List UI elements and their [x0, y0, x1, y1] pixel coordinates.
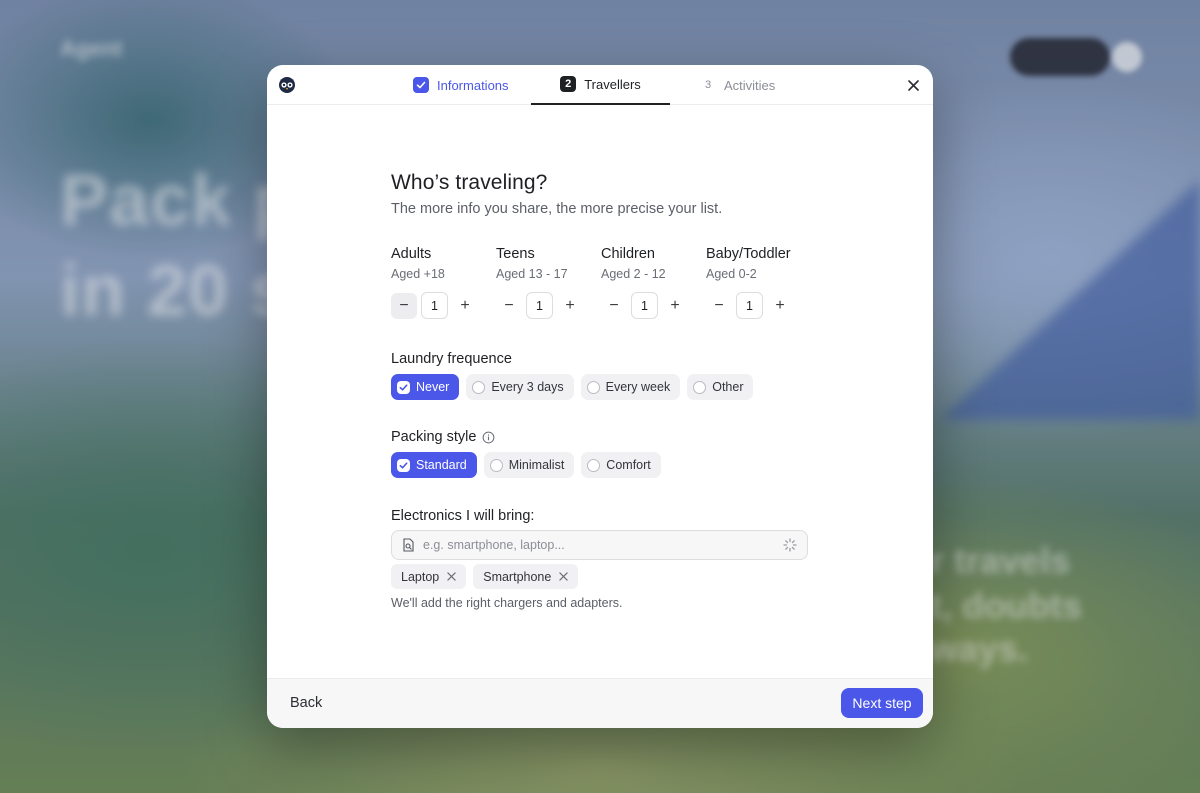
laundry-options: Never Every 3 days Every week Other	[391, 374, 754, 400]
packing-option-comfort[interactable]: Comfort	[581, 452, 661, 478]
baby-count[interactable]: 1	[736, 292, 763, 319]
travellers-modal: Informations 2 Travellers 3 Activities W…	[267, 65, 933, 728]
laundry-option-other[interactable]: Other	[687, 374, 754, 400]
electronics-note: We'll add the right chargers and adapter…	[391, 596, 623, 610]
tab-travellers-label: Travellers	[584, 76, 641, 92]
increment-button[interactable]: +	[452, 293, 478, 319]
laundry-label-text: Laundry frequence	[391, 351, 512, 367]
option-label: Comfort	[606, 458, 651, 472]
tag-label: Smartphone	[483, 569, 552, 584]
electronics-tags: Laptop Smartphone	[391, 564, 579, 589]
close-button[interactable]	[905, 77, 921, 93]
checkbox-checked-icon	[397, 380, 410, 394]
children-count[interactable]: 1	[631, 292, 658, 319]
info-icon[interactable]	[482, 431, 495, 444]
packing-style-label-text: Packing style	[391, 429, 477, 445]
laundry-option-never[interactable]: Never	[391, 374, 460, 400]
increment-button[interactable]: +	[557, 293, 583, 319]
back-button[interactable]: Back	[290, 695, 322, 711]
traveller-teens: Teens Aged 13 - 17 − 1 +	[496, 246, 596, 319]
children-stepper: − 1 +	[601, 292, 688, 319]
radio-icon	[472, 380, 486, 394]
plus-icon: +	[670, 296, 680, 314]
plus-icon: +	[460, 296, 470, 314]
radio-icon	[489, 458, 503, 472]
tab-informations-label: Informations	[437, 77, 509, 93]
increment-button[interactable]: +	[767, 293, 793, 319]
option-label: Other	[712, 380, 744, 394]
traveller-age: Aged +18	[391, 267, 445, 281]
traveller-label: Adults	[391, 246, 432, 262]
traveller-label: Children	[601, 246, 655, 262]
step-number: 2	[560, 76, 577, 92]
radio-icon	[693, 380, 707, 394]
owl-logo-icon	[279, 77, 295, 93]
option-label: Every 3 days	[491, 380, 564, 394]
page-subtitle: The more info you share, the more precis…	[391, 201, 723, 217]
loading-spinner-icon	[783, 538, 797, 552]
increment-button[interactable]: +	[662, 293, 688, 319]
radio-icon	[587, 458, 601, 472]
tag-smartphone: Smartphone	[473, 564, 579, 589]
packing-option-minimalist[interactable]: Minimalist	[483, 452, 575, 478]
traveller-adults: Adults Aged +18 − 1 +	[391, 246, 491, 319]
tab-activities-label: Activities	[724, 77, 776, 93]
plus-icon: +	[775, 296, 785, 314]
tag-laptop: Laptop	[391, 564, 467, 589]
teens-stepper: − 1 +	[496, 292, 583, 319]
baby-stepper: − 1 +	[706, 292, 793, 319]
tag-label: Laptop	[401, 569, 440, 584]
minus-icon: −	[504, 296, 514, 314]
adults-count[interactable]: 1	[421, 292, 448, 319]
plus-icon: +	[565, 296, 575, 314]
remove-tag-icon[interactable]	[559, 572, 569, 581]
page-title: Who’s traveling?	[391, 171, 548, 194]
document-search-icon	[403, 538, 414, 552]
next-step-button[interactable]: Next step	[841, 688, 923, 718]
modal-footer: Back Next step	[267, 678, 933, 728]
laundry-label: Laundry frequence	[391, 351, 512, 367]
option-label: Never	[416, 380, 450, 394]
minus-icon: −	[714, 296, 724, 314]
packing-option-standard[interactable]: Standard	[391, 452, 477, 478]
traveller-age: Aged 0-2	[706, 267, 757, 281]
electronics-input-wrapper	[391, 530, 808, 560]
minus-icon: −	[609, 296, 619, 314]
modal-header: Informations 2 Travellers 3 Activities	[267, 65, 933, 105]
packing-style-options: Standard Minimalist Comfort	[391, 452, 661, 478]
traveller-age: Aged 13 - 17	[496, 267, 568, 281]
decrement-button[interactable]: −	[391, 292, 417, 319]
step-number: 3	[704, 79, 712, 91]
traveller-baby: Baby/Toddler Aged 0-2 − 1 +	[706, 246, 816, 319]
minus-icon: −	[399, 296, 409, 314]
traveller-children: Children Aged 2 - 12 − 1 +	[601, 246, 701, 319]
option-label: Standard	[416, 458, 467, 472]
tab-informations[interactable]: Informations	[413, 65, 509, 105]
electronics-label: Electronics I will bring:	[391, 508, 534, 524]
electronics-input[interactable]	[423, 538, 775, 552]
option-label: Minimalist	[508, 458, 565, 472]
decrement-button[interactable]: −	[496, 293, 522, 319]
traveller-age: Aged 2 - 12	[601, 267, 666, 281]
traveller-label: Baby/Toddler	[706, 246, 791, 262]
checkbox-checked-icon	[397, 458, 410, 472]
laundry-option-every-week[interactable]: Every week	[580, 374, 681, 400]
laundry-option-every-3-days[interactable]: Every 3 days	[466, 374, 574, 400]
option-label: Every week	[605, 380, 671, 394]
remove-tag-icon[interactable]	[447, 572, 456, 581]
traveller-label: Teens	[496, 246, 535, 262]
radio-icon	[586, 380, 600, 394]
electronics-label-text: Electronics I will bring:	[391, 508, 535, 524]
tab-travellers[interactable]: 2 Travellers	[531, 65, 670, 105]
teens-count[interactable]: 1	[526, 292, 553, 319]
decrement-button[interactable]: −	[706, 293, 732, 319]
check-icon	[413, 77, 429, 93]
packing-style-label: Packing style	[391, 429, 495, 445]
close-icon	[907, 79, 919, 91]
modal-content: Who’s traveling? The more info you share…	[391, 171, 811, 610]
adults-stepper: − 1 +	[391, 292, 478, 319]
tab-activities[interactable]: 3 Activities	[700, 65, 775, 105]
decrement-button[interactable]: −	[601, 293, 627, 319]
